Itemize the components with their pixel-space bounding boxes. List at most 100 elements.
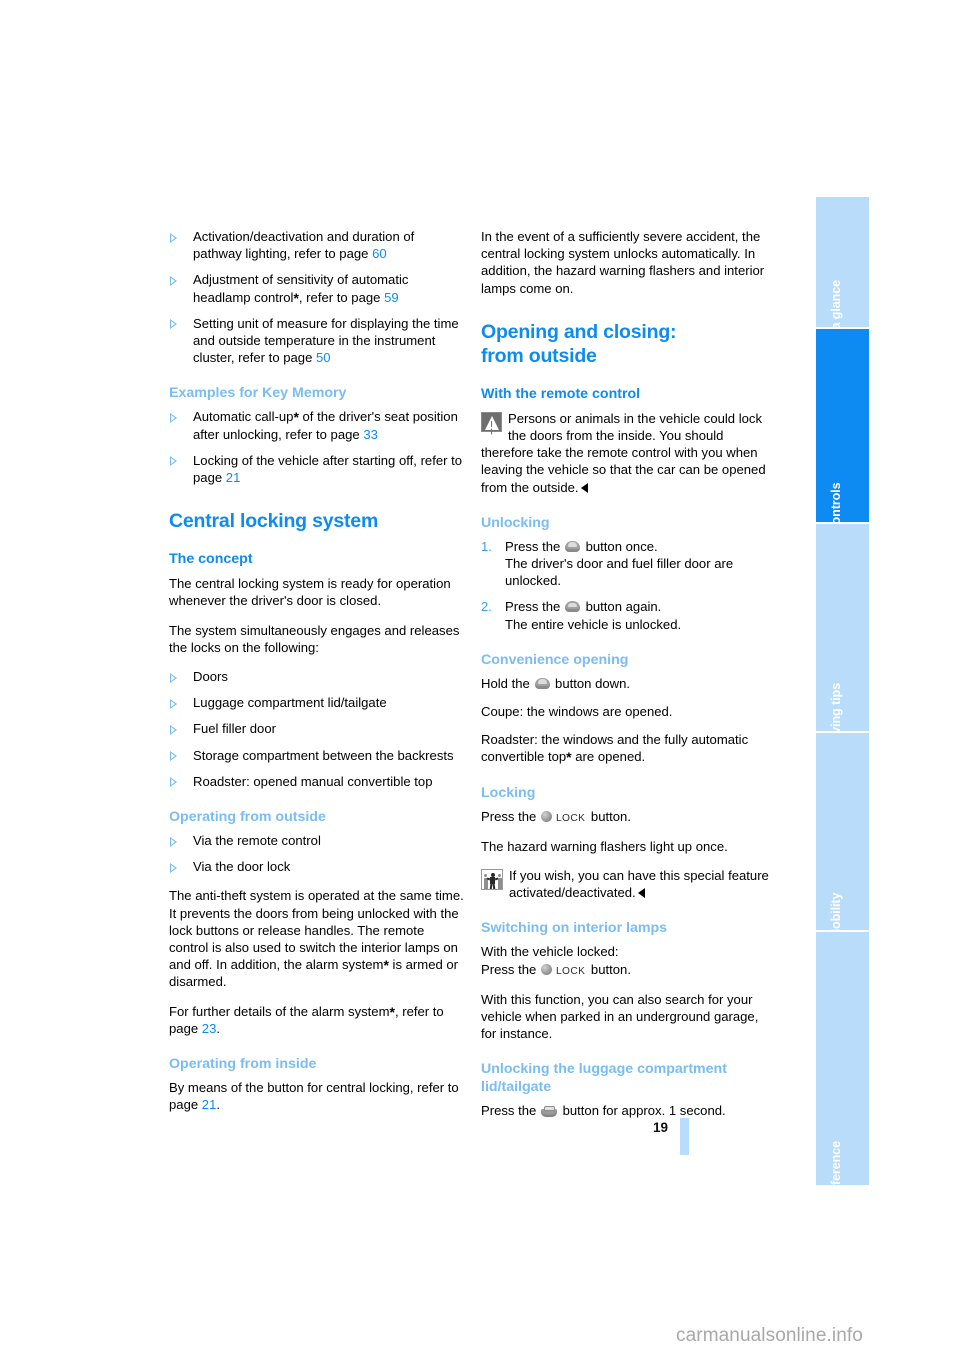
bullet-text: Via the door lock: [193, 859, 291, 875]
list-item: Roadster: opened manual convertible top: [169, 773, 464, 790]
convenience3-text-b: are opened.: [571, 749, 646, 765]
paragraph-concept-1: The central locking system is ready for …: [169, 576, 451, 609]
heading-operating-from-outside: Operating from outside: [169, 809, 326, 826]
bullet-text: Fuel filler door: [193, 721, 276, 737]
bullet-text: Via the remote control: [193, 833, 321, 849]
special-feature-notice-text: If you wish, you can have this special f…: [481, 867, 776, 901]
page-ref[interactable]: 50: [316, 350, 331, 365]
list-item: Luggage compartment lid/tailgate: [169, 694, 464, 711]
notice-end-marker: [637, 888, 645, 899]
tab-driving-tips[interactable]: Driving tips: [816, 524, 869, 751]
bullet-triangle-icon: [170, 698, 177, 709]
bullet-triangle-icon: [170, 319, 177, 330]
bullet-text: Roadster: opened manual convertible top: [193, 773, 433, 789]
paragraph-luggage-press: Press the button for approx. 1 second.: [481, 1102, 776, 1119]
bullet-triangle-icon: [170, 777, 177, 788]
tab-at-a-glance[interactable]: At a glance: [816, 197, 869, 346]
step-text-pre: Press the: [505, 538, 564, 554]
heading-unlocking: Unlocking: [481, 514, 550, 531]
heading-locking: Locking: [481, 784, 536, 801]
lock-button-label: LOCK: [555, 965, 586, 977]
luggage-text-a: Press the: [481, 1103, 540, 1119]
list-item: Adjustment of sensitivity of automatic h…: [169, 271, 464, 305]
warning-notice-text: Persons or animals in the vehicle could …: [481, 410, 776, 496]
page-number: 19: [653, 1120, 669, 1135]
bullet-text: Doors: [193, 669, 228, 685]
step-text-post: button once.: [581, 538, 658, 554]
tab-mobility[interactable]: Mobility: [816, 733, 869, 939]
section-tab-rail: At a glance Controls Driving tips Mobili…: [816, 197, 869, 1201]
list-item: Automatic call-up* of the driver's seat …: [169, 408, 464, 442]
heading-opening-and-closing: Opening and closing: from outside: [481, 320, 776, 368]
bullet-text: Luggage compartment lid/tailgate: [193, 695, 387, 711]
page-ref[interactable]: 33: [363, 427, 378, 442]
heading-line-1: Opening and closing:: [481, 320, 677, 343]
heading-switching-on-interior-lamps: Switching on interior lamps: [481, 920, 668, 937]
page-number-bar: [680, 1118, 689, 1155]
list-item: Setting unit of measure for displaying t…: [169, 315, 464, 367]
bullet-triangle-icon: [170, 275, 177, 286]
tab-reference[interactable]: Reference: [816, 932, 869, 1201]
locking-text-b: button.: [587, 808, 631, 824]
unlocking-steps-list: 1. Press the button once. The driver's d…: [481, 538, 776, 633]
list-item: Via the remote control: [169, 832, 464, 849]
concept-bullet-list: Doors Luggage compartment lid/tailgate F…: [169, 668, 464, 790]
key-memory-bullet-list: Automatic call-up* of the driver's seat …: [169, 408, 464, 486]
bullet-triangle-icon: [170, 862, 177, 873]
top-bullet-list: Activation/deactivation and duration of …: [169, 228, 464, 366]
paragraph-convenience-1: Hold the button down.: [481, 675, 776, 692]
bullet-triangle-icon: [170, 232, 177, 243]
paragraph-accident-intro: In the event of a sufficiently severe ac…: [481, 229, 765, 296]
heading-line-2: from outside: [481, 344, 597, 367]
interior-text-2a: Press the: [481, 961, 540, 977]
bullet-triangle-icon: [170, 456, 177, 467]
bullet-triangle-icon: [170, 412, 177, 423]
list-item: Activation/deactivation and duration of …: [169, 228, 464, 262]
list-item: Fuel filler door: [169, 720, 464, 737]
list-item: Doors: [169, 668, 464, 685]
paragraph-alarm-ref: For further details of the alarm system*…: [169, 1003, 464, 1037]
page-ref[interactable]: 23: [202, 1021, 217, 1036]
left-column: Activation/deactivation and duration of …: [169, 228, 464, 1126]
trunk-release-button-icon: [541, 1106, 558, 1117]
paragraph-interior-search: With this function, you can also search …: [481, 991, 759, 1042]
remote-unlock-button-icon: [565, 540, 581, 552]
paragraph-interior-lamps: With the vehicle locked: Press the LOCK b…: [481, 943, 776, 979]
step-text-post: button again.: [581, 599, 662, 615]
interior-text-2b: button.: [587, 961, 631, 977]
luggage-heading-line-2: lid/tailgate: [481, 1079, 552, 1096]
bullet-triangle-icon: [170, 672, 177, 683]
tab-controls[interactable]: Controls: [816, 329, 869, 533]
right-column: In the event of a sufficiently severe ac…: [481, 228, 776, 1132]
inside-text-b: .: [216, 1097, 220, 1113]
paragraph-concept-2: The system simultaneously engages and re…: [169, 622, 460, 655]
heading-with-the-remote-control: With the remote control: [481, 385, 641, 402]
heading-operating-from-inside: Operating from inside: [169, 1056, 317, 1073]
warning-triangle-icon: [481, 411, 502, 432]
luggage-heading-line-1: Unlocking the luggage compartment: [481, 1061, 727, 1078]
paragraph-operating-inside: By means of the button for central locki…: [169, 1079, 464, 1113]
heading-examples-key-memory: Examples for Key Memory: [169, 385, 347, 402]
heading-convenience-opening: Convenience opening: [481, 651, 629, 668]
step-subtext: The driver's door and fuel filler door a…: [505, 556, 734, 589]
lock-button-icon: [540, 811, 552, 823]
alarm-text-c: .: [216, 1020, 220, 1036]
step-text-pre: Press the: [505, 599, 564, 615]
page-ref[interactable]: 59: [384, 290, 399, 305]
list-item: Locking of the vehicle after starting of…: [169, 452, 464, 486]
tab-label: Reference: [828, 1140, 843, 1202]
watermark: carmanualsonline.info: [676, 1325, 863, 1346]
manual-page: Activation/deactivation and duration of …: [0, 0, 960, 1358]
remote-unlock-button-icon: [565, 601, 581, 613]
paragraph-convenience-2: Coupe: the windows are opened.: [481, 704, 673, 720]
operating-outside-bullet-list: Via the remote control Via the door lock: [169, 832, 464, 875]
heading-unlocking-luggage-compartment: Unlocking the luggage compartment lid/ta…: [481, 1060, 776, 1096]
locking-text-a: Press the: [481, 808, 540, 824]
page-ref[interactable]: 21: [202, 1097, 217, 1112]
paragraph-antitheft: The anti-theft system is operated at the…: [169, 887, 464, 990]
paragraph-locking-1: Press the LOCK button.: [481, 808, 776, 827]
bullet-triangle-icon: [170, 751, 177, 762]
page-ref[interactable]: 21: [226, 470, 241, 485]
bullet-text-mid: , refer to page: [298, 289, 385, 305]
page-ref[interactable]: 60: [372, 246, 387, 261]
